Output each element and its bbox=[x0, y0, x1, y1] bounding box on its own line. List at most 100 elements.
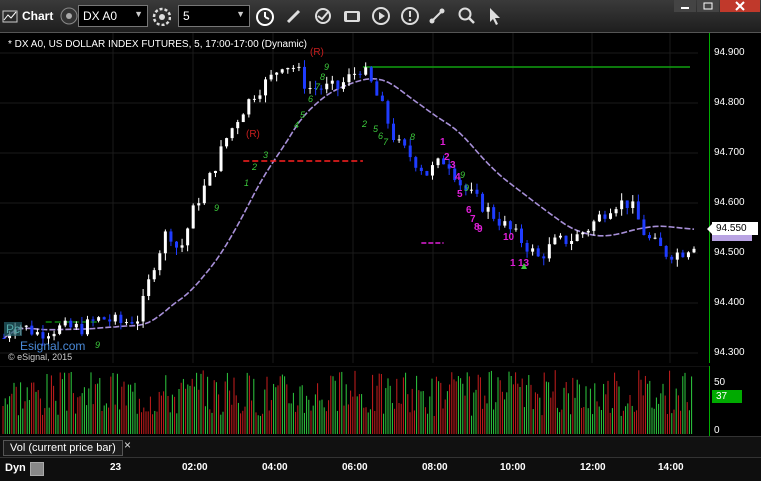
interval-value: 5 bbox=[183, 9, 190, 23]
time-tick-label: 02:00 bbox=[182, 462, 208, 473]
candle-body bbox=[141, 295, 145, 322]
candle-body bbox=[124, 322, 128, 324]
price-tick-label: 94.500 bbox=[714, 247, 745, 258]
setup-count-green: 9 bbox=[460, 170, 465, 180]
setup-count-green: 6 bbox=[308, 94, 313, 104]
time-tick-label: 08:00 bbox=[422, 462, 448, 473]
time-tick-label: 12:00 bbox=[580, 462, 606, 473]
candle-body bbox=[241, 114, 245, 123]
setup-count-magenta: 1 bbox=[510, 258, 516, 269]
setup-count-magenta: 5 bbox=[457, 189, 463, 200]
candle-body bbox=[642, 219, 646, 236]
candle-body bbox=[547, 244, 551, 259]
reversal-label: (R) bbox=[246, 129, 260, 140]
close-icon[interactable] bbox=[720, 0, 760, 12]
time-tick-label: 10:00 bbox=[500, 462, 526, 473]
clock-icon[interactable] bbox=[254, 6, 274, 26]
minimize-icon[interactable] bbox=[674, 0, 696, 12]
volume-study-tab[interactable]: Vol (current price bar) bbox=[3, 440, 123, 456]
candle-body bbox=[570, 241, 574, 244]
setup-count-green: 9 bbox=[464, 183, 469, 193]
pointer-icon[interactable] bbox=[485, 6, 505, 26]
candle-body bbox=[2, 338, 6, 339]
candle-body bbox=[553, 237, 557, 245]
candle-body bbox=[247, 99, 251, 115]
candle-body bbox=[558, 235, 562, 238]
candle-body bbox=[152, 270, 156, 280]
candle-body bbox=[508, 221, 512, 230]
candle-body bbox=[386, 101, 390, 124]
candle-body bbox=[186, 228, 190, 246]
draw-tools-icon[interactable] bbox=[427, 6, 447, 26]
candle-body bbox=[197, 203, 201, 206]
candle-body bbox=[180, 245, 184, 248]
candle-body bbox=[191, 205, 195, 229]
alert-icon[interactable] bbox=[400, 6, 420, 26]
esignal-website-link[interactable]: Esignal.com bbox=[20, 339, 85, 353]
candle-body bbox=[35, 332, 39, 335]
pencil-icon[interactable] bbox=[284, 6, 304, 26]
dynamic-mode-label[interactable]: Dyn bbox=[5, 462, 26, 474]
close-icon[interactable]: × bbox=[124, 438, 131, 452]
candle-body bbox=[408, 145, 412, 158]
candle-body bbox=[236, 122, 240, 129]
candle-body bbox=[336, 80, 340, 89]
price-tick-label: 94.300 bbox=[714, 347, 745, 358]
candle-body bbox=[169, 231, 173, 242]
current-price-flag: 94.550 bbox=[707, 222, 758, 235]
volume-tick-50: 50 bbox=[714, 377, 726, 388]
candle-body bbox=[275, 72, 279, 75]
setup-count-green: 9 bbox=[95, 340, 100, 350]
candle-body bbox=[659, 237, 663, 246]
price-chart[interactable]: (R)(R)991234567892 567 899123456789101 13 bbox=[0, 33, 709, 363]
candle-body bbox=[353, 73, 357, 75]
candle-body bbox=[175, 241, 178, 248]
setup-count-magenta: 10 bbox=[503, 232, 515, 243]
time-tick-label: 06:00 bbox=[342, 462, 368, 473]
candle-body bbox=[542, 256, 546, 259]
play-icon[interactable] bbox=[371, 6, 391, 26]
interval-dropdown[interactable]: 5 ▼ bbox=[178, 5, 250, 27]
candle-body bbox=[330, 80, 334, 84]
candle-body bbox=[503, 221, 507, 226]
volume-value-flag: 37 bbox=[712, 390, 742, 403]
price-tick-label: 94.400 bbox=[714, 297, 745, 308]
candle-body bbox=[74, 323, 78, 328]
candle-body bbox=[681, 252, 685, 258]
candle-body bbox=[208, 173, 212, 186]
setup-count-magenta: 1 bbox=[440, 137, 446, 148]
candle-body bbox=[308, 88, 312, 90]
chart-icon[interactable] bbox=[2, 8, 22, 28]
candle-body bbox=[347, 74, 351, 83]
camera-icon[interactable] bbox=[342, 6, 362, 26]
setup-count-green: 9 bbox=[214, 203, 219, 213]
candle-body bbox=[647, 235, 651, 239]
volume-chart[interactable] bbox=[0, 366, 709, 436]
candle-body bbox=[497, 218, 501, 226]
candle-body bbox=[286, 67, 290, 70]
settings-icon[interactable] bbox=[151, 6, 171, 26]
candle-body bbox=[492, 207, 496, 219]
candle-body bbox=[219, 146, 223, 171]
candle-body bbox=[58, 325, 62, 334]
candle-body bbox=[147, 279, 151, 296]
time-tick-label: 23 bbox=[110, 462, 122, 473]
candle-body bbox=[536, 248, 540, 257]
link-icon[interactable] bbox=[59, 6, 79, 26]
candle-body bbox=[620, 200, 624, 210]
candle-body bbox=[586, 230, 590, 233]
price-tick-label: 94.700 bbox=[714, 147, 745, 158]
time-tick-label: 04:00 bbox=[262, 462, 288, 473]
toolbar: Chart DX A0 ▼ 5 ▼ bbox=[0, 0, 761, 33]
setup-count-green: 2 bbox=[251, 162, 257, 172]
candle-body bbox=[158, 253, 162, 271]
symbol-dropdown[interactable]: DX A0 ▼ bbox=[78, 5, 148, 27]
candle-body bbox=[69, 320, 73, 328]
refresh-icon[interactable] bbox=[313, 6, 333, 26]
lock-icon[interactable] bbox=[30, 462, 44, 476]
zoom-icon[interactable] bbox=[457, 6, 477, 26]
setup-count-green: 8 bbox=[410, 132, 415, 142]
maximize-icon[interactable] bbox=[697, 0, 719, 12]
candle-body bbox=[436, 158, 440, 166]
candle-body bbox=[514, 228, 518, 230]
